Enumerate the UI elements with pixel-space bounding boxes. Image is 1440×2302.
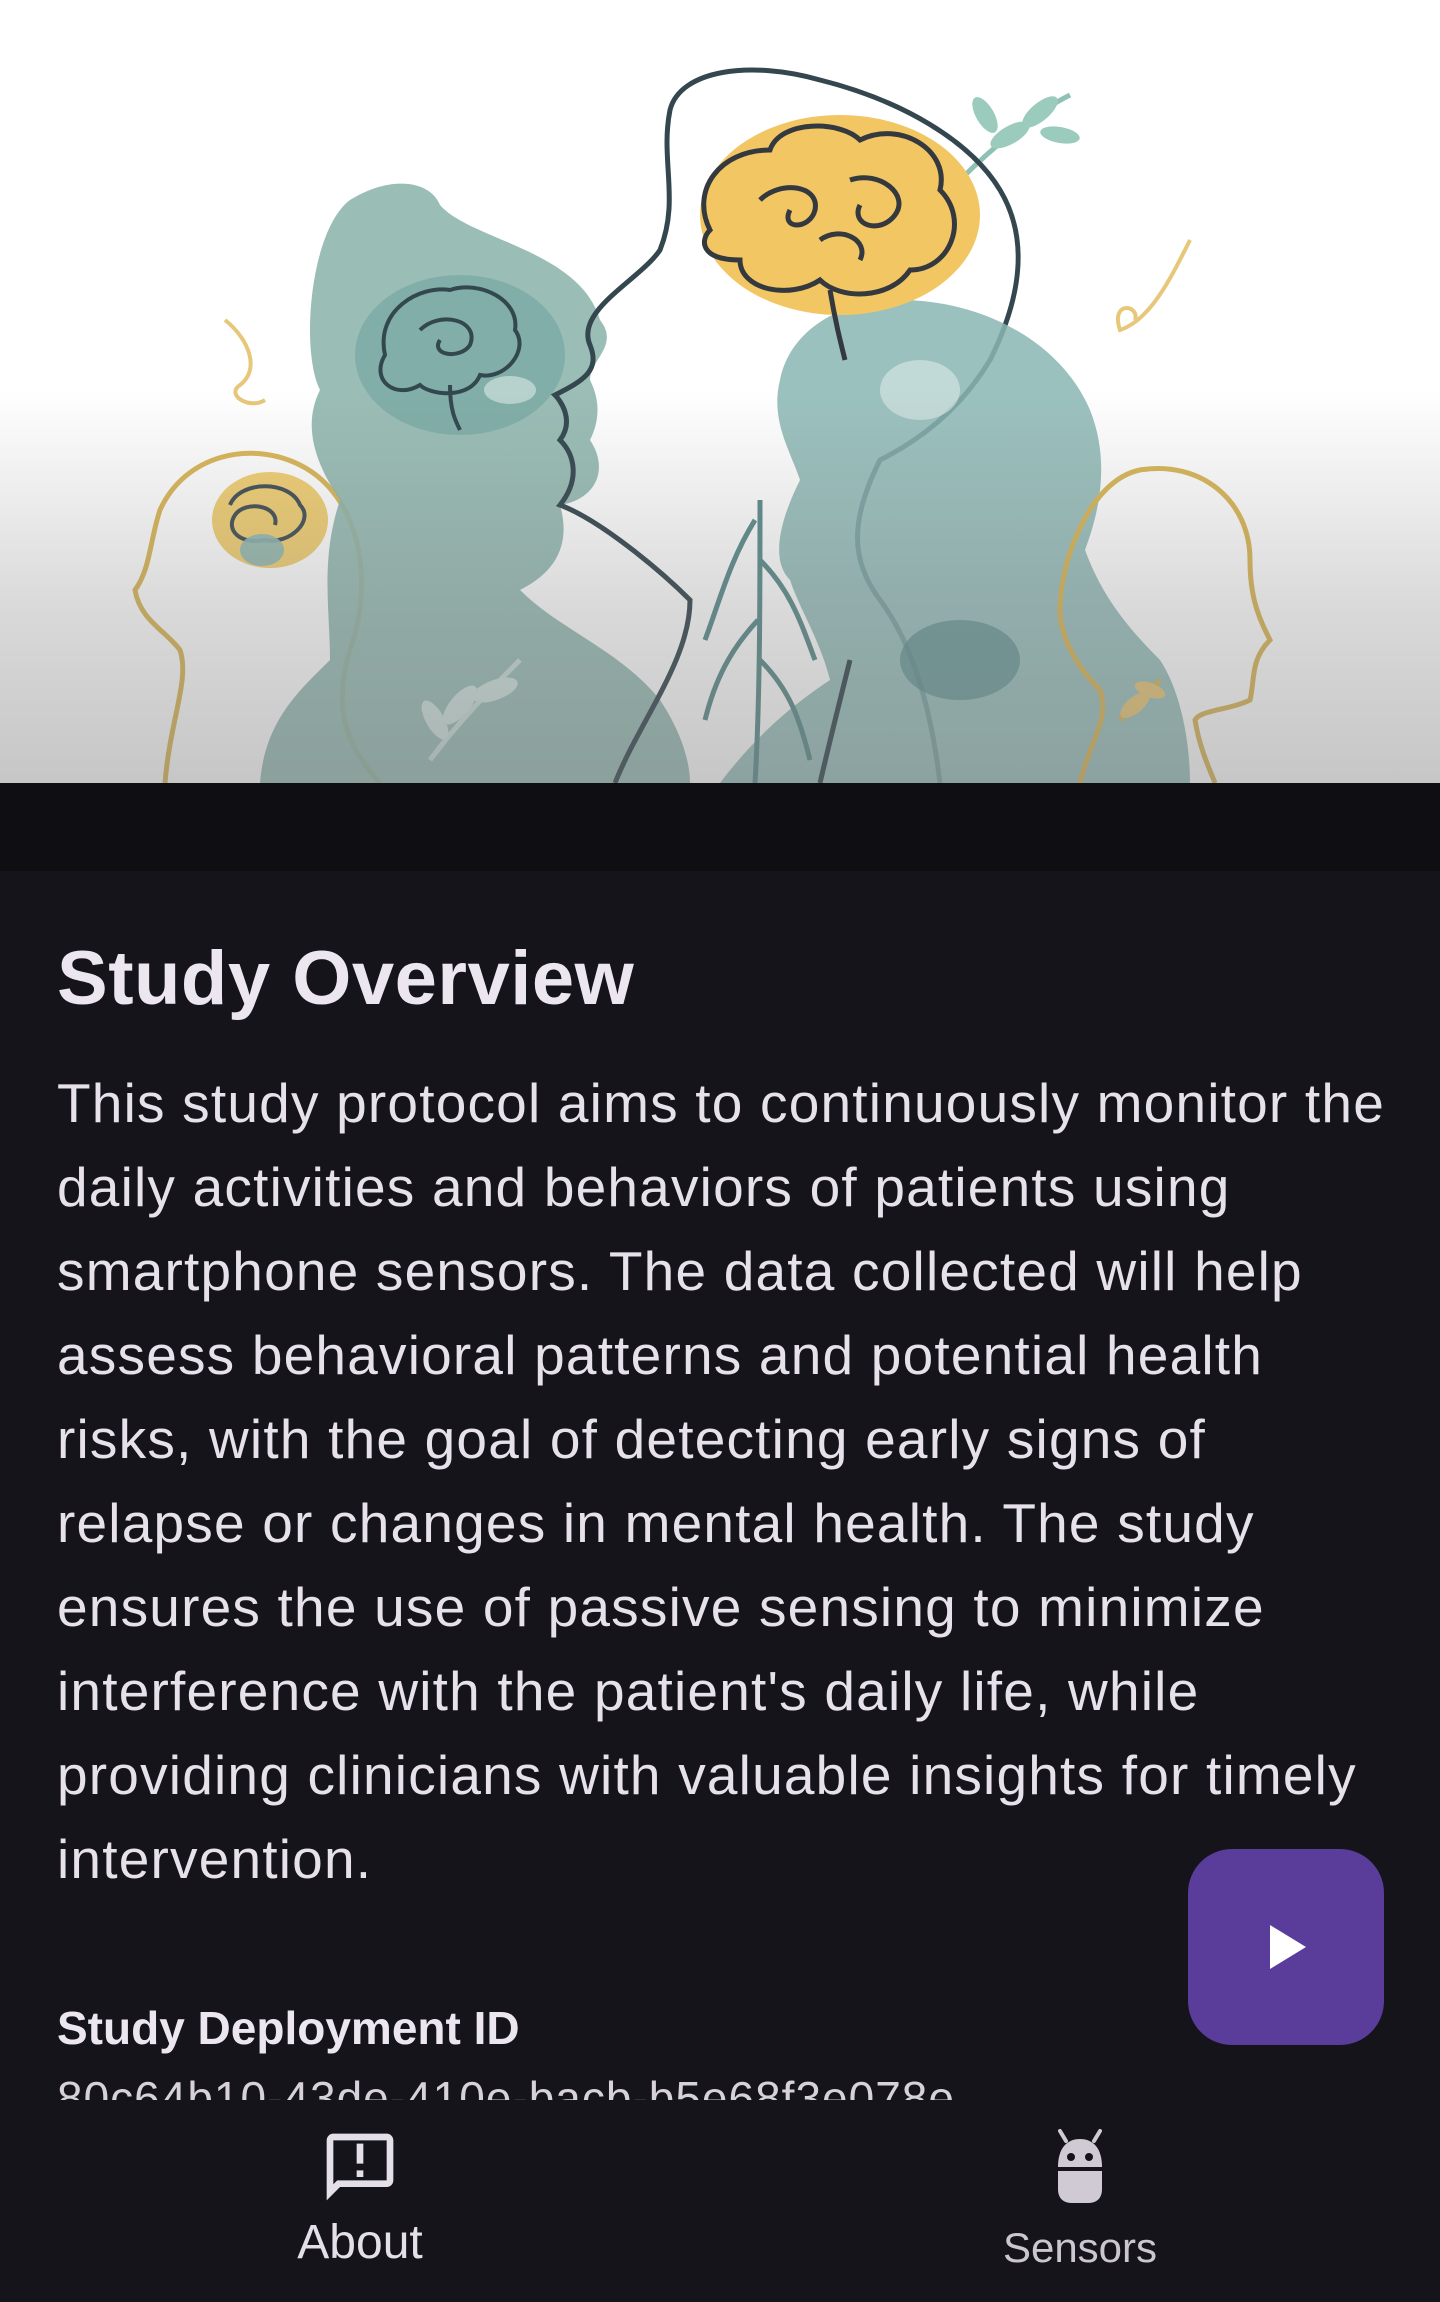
nav-item-sensors[interactable]: Sensors: [900, 2100, 1260, 2302]
nav-item-about[interactable]: About: [180, 2100, 540, 2302]
hero-illustration: [0, 0, 1440, 783]
play-icon: [1270, 1925, 1306, 1969]
study-description: This study protocol aims to continuously…: [57, 1072, 1385, 1890]
hero-shadow-overlay: [0, 390, 1440, 783]
deployment-id-value: 80c64b10-43de-410e-bacb-b5e68f3e078e: [57, 2072, 955, 2100]
nav-label-about: About: [297, 2216, 423, 2269]
play-button[interactable]: [1188, 1849, 1384, 2045]
nav-label-sensors: Sensors: [1002, 2224, 1158, 2271]
page-title: Study Overview: [57, 936, 635, 1021]
android-icon: [1058, 2129, 1102, 2203]
deployment-id-label: Study Deployment ID: [57, 2002, 520, 2054]
image-bottom-band: [0, 783, 1440, 871]
app-root: Study Overview This study protocol aims …: [0, 0, 1440, 2302]
bottom-navigation: About Sensors: [0, 2100, 1440, 2302]
feedback-icon: [326, 2133, 394, 2201]
